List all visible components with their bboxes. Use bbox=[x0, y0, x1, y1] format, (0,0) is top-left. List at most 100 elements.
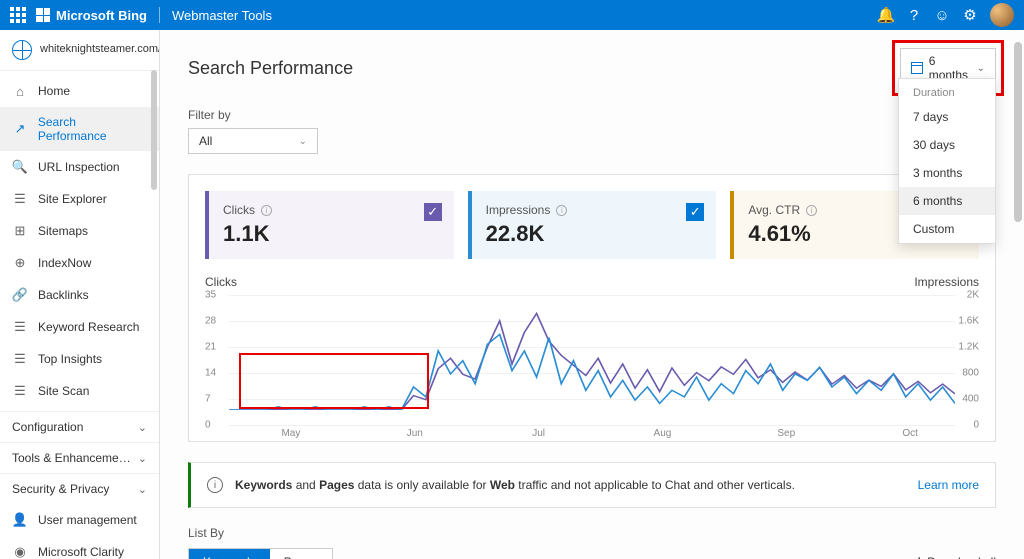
nav-microsoft-clarity[interactable]: ◉ Microsoft Clarity bbox=[0, 536, 159, 559]
sidebar: whiteknightsteamer.com/ ⌄ ⌂Home ↗ Search … bbox=[0, 30, 160, 559]
y-axis-tick: 21 bbox=[205, 342, 216, 353]
info-icon: i bbox=[207, 477, 223, 493]
date-option-6-months[interactable]: 6 months bbox=[899, 187, 995, 215]
help-icon[interactable]: ? bbox=[900, 1, 928, 29]
tool-title: Webmaster Tools bbox=[172, 8, 272, 23]
feedback-icon[interactable]: ☺ bbox=[928, 1, 956, 29]
chevron-down-icon: ⌄ bbox=[138, 483, 147, 496]
listby-tabs: Keywords Pages bbox=[188, 548, 333, 559]
y-axis-tick: 1.6K bbox=[958, 316, 979, 327]
nav-top-insights[interactable]: ☰ Top Insights bbox=[0, 343, 159, 375]
nav-group-label: Configuration bbox=[12, 420, 83, 434]
y-axis-tick: 35 bbox=[205, 290, 216, 301]
user-avatar[interactable] bbox=[990, 3, 1014, 27]
metric-clicks[interactable]: Clicksi 1.1K ✓ bbox=[205, 191, 454, 259]
brand-text: Microsoft Bing bbox=[56, 8, 147, 23]
metric-value: 22.8K bbox=[486, 221, 703, 247]
nav-group-security[interactable]: Security & Privacy ⌄ bbox=[0, 473, 159, 504]
metric-impressions[interactable]: Impressionsi 22.8K ✓ bbox=[468, 191, 717, 259]
x-axis-tick: Jul bbox=[532, 428, 545, 439]
tab-pages[interactable]: Pages bbox=[270, 549, 332, 559]
chart-icon: ↗ bbox=[12, 121, 28, 137]
calendar-icon bbox=[911, 62, 923, 74]
main-scrollbar-thumb[interactable] bbox=[1014, 42, 1022, 222]
performance-card: Clicksi 1.1K ✓ Impressionsi 22.8K ✓ Avg.… bbox=[188, 174, 996, 442]
nav-group-tools[interactable]: Tools & Enhanceme… ⌄ bbox=[0, 442, 159, 473]
y-axis-tick: 28 bbox=[205, 316, 216, 327]
brand-logo[interactable]: Microsoft Bing bbox=[36, 8, 147, 23]
tab-keywords[interactable]: Keywords bbox=[189, 549, 270, 559]
x-axis-tick: Jun bbox=[407, 428, 423, 439]
nav-group-label: Security & Privacy bbox=[12, 482, 109, 496]
search-icon: 🔍 bbox=[12, 159, 28, 175]
filter-label: Filter by bbox=[188, 108, 996, 122]
listby-label: List By bbox=[188, 526, 996, 540]
notifications-icon[interactable]: 🔔 bbox=[872, 1, 900, 29]
nav-site-scan[interactable]: ☰ Site Scan bbox=[0, 375, 159, 407]
y-axis-tick: 400 bbox=[962, 394, 979, 405]
site-selector[interactable]: whiteknightsteamer.com/ ⌄ bbox=[0, 30, 159, 71]
download-all-button[interactable]: ⭳ Download all bbox=[917, 552, 996, 559]
sitemap-icon: ⊞ bbox=[12, 223, 28, 239]
nav-label: Microsoft Clarity bbox=[38, 545, 124, 559]
chevron-down-icon: ⌄ bbox=[138, 452, 147, 465]
nav-url-inspection[interactable]: 🔍 URL Inspection bbox=[0, 151, 159, 183]
metric-value: 1.1K bbox=[223, 221, 440, 247]
info-icon[interactable]: i bbox=[261, 205, 272, 216]
learn-more-link[interactable]: Learn more bbox=[918, 478, 979, 492]
date-option-3-months[interactable]: 3 months bbox=[899, 159, 995, 187]
date-option-30-days[interactable]: 30 days bbox=[899, 131, 995, 159]
nav-keyword-research[interactable]: ☰ Keyword Research bbox=[0, 311, 159, 343]
y-axis-tick: 800 bbox=[962, 368, 979, 379]
info-icon[interactable]: i bbox=[556, 205, 567, 216]
nav-search-performance[interactable]: ↗ Search Performance bbox=[0, 107, 159, 151]
notice-text: Keywords and Pages data is only availabl… bbox=[235, 478, 795, 492]
main-scrollbar-track[interactable] bbox=[1014, 30, 1022, 559]
nav-sitemaps[interactable]: ⊞ Sitemaps bbox=[0, 215, 159, 247]
x-axis-tick: Oct bbox=[902, 428, 918, 439]
metric-label: Avg. CTR bbox=[748, 203, 800, 217]
date-option-7-days[interactable]: 7 days bbox=[899, 103, 995, 131]
nav-group-configuration[interactable]: Configuration⌄ bbox=[0, 411, 159, 442]
x-axis-tick: May bbox=[281, 428, 300, 439]
y-axis-tick: 1.2K bbox=[958, 342, 979, 353]
nav-indexnow[interactable]: ⊕IndexNow bbox=[0, 247, 159, 279]
nav-backlinks[interactable]: 🔗Backlinks bbox=[0, 279, 159, 311]
nav-label: Sitemaps bbox=[38, 224, 88, 238]
filter-select[interactable]: All ⌄ bbox=[188, 128, 318, 154]
nav-label: Site Scan bbox=[38, 384, 89, 398]
download-icon: ⭳ bbox=[917, 552, 921, 559]
nav-label: Search Performance bbox=[38, 115, 147, 143]
checkbox-checked-icon[interactable]: ✓ bbox=[686, 203, 704, 221]
settings-icon[interactable]: ⚙ bbox=[956, 1, 984, 29]
sidebar-scrollbar[interactable] bbox=[151, 70, 157, 190]
backlinks-icon: 🔗 bbox=[12, 287, 28, 303]
microsoft-icon bbox=[36, 8, 50, 22]
keyword-icon: ☰ bbox=[12, 319, 28, 335]
x-axis-tick: Aug bbox=[654, 428, 672, 439]
app-launcher-icon[interactable] bbox=[10, 7, 26, 23]
scan-icon: ☰ bbox=[12, 383, 28, 399]
checkbox-checked-icon[interactable]: ✓ bbox=[424, 203, 442, 221]
user-icon: 👤 bbox=[12, 512, 28, 528]
nav-label: Top Insights bbox=[38, 352, 102, 366]
insights-icon: ☰ bbox=[12, 351, 28, 367]
info-icon[interactable]: i bbox=[806, 205, 817, 216]
nav-label: User management bbox=[38, 513, 137, 527]
y-axis-tick: 14 bbox=[205, 368, 216, 379]
home-icon: ⌂ bbox=[12, 83, 28, 99]
date-option-custom[interactable]: Custom bbox=[899, 215, 995, 243]
chart-left-title: Clicks bbox=[205, 275, 237, 289]
page-title: Search Performance bbox=[188, 58, 353, 79]
nav-site-explorer[interactable]: ☰Site Explorer bbox=[0, 183, 159, 215]
nav-label: Keyword Research bbox=[38, 320, 139, 334]
nav-list: ⌂Home ↗ Search Performance 🔍 URL Inspectio… bbox=[0, 71, 159, 411]
nav-label: URL Inspection bbox=[38, 160, 120, 174]
clarity-icon: ◉ bbox=[12, 544, 28, 559]
nav-user-management[interactable]: 👤 User management bbox=[0, 504, 159, 536]
chevron-down-icon: ⌄ bbox=[299, 136, 307, 147]
nav-group-label: Tools & Enhanceme… bbox=[12, 451, 131, 465]
x-axis-tick: Sep bbox=[777, 428, 795, 439]
nav-home[interactable]: ⌂Home bbox=[0, 75, 159, 107]
header-divider bbox=[159, 7, 160, 23]
